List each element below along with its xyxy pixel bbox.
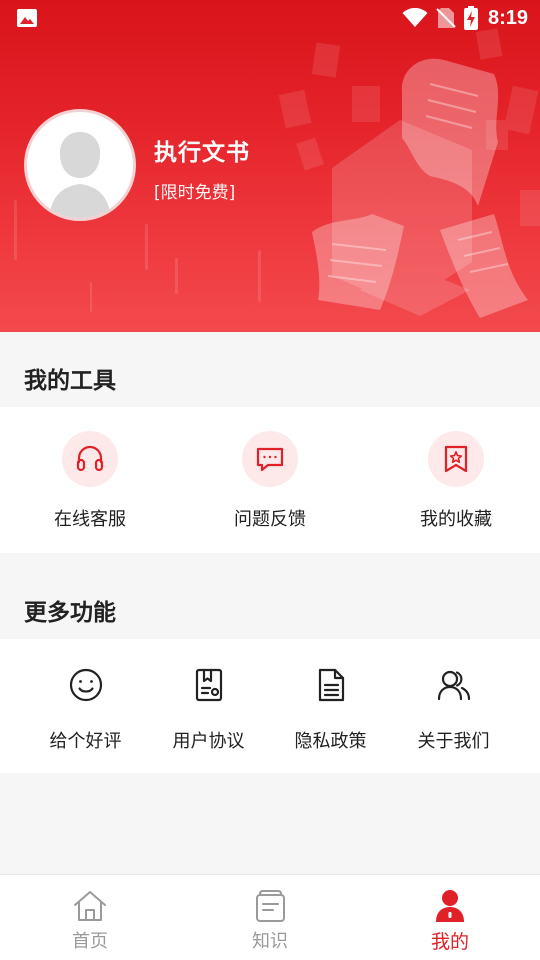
- gallery-notification-icon: [17, 9, 37, 27]
- nav-label: 我的: [430, 931, 469, 953]
- section-title-my-tools: 我的工具: [24, 368, 116, 394]
- avatar[interactable]: [24, 109, 136, 221]
- nav-label: 知识: [252, 931, 288, 952]
- bottom-navigation: 首页 知识 我的: [0, 874, 540, 960]
- no-sim-icon: [436, 8, 456, 28]
- more-label: 给个好评: [49, 731, 122, 752]
- home-icon: [74, 891, 106, 921]
- tool-feedback[interactable]: 问题反馈: [180, 407, 360, 553]
- status-icons: 8:19: [402, 4, 528, 32]
- more-label: 隐私政策: [294, 731, 367, 752]
- smiley-icon: [69, 668, 103, 702]
- document-icon: [318, 668, 345, 702]
- battery-charging-icon: [463, 6, 478, 30]
- more-label: 用户协议: [172, 731, 245, 752]
- more-about-us[interactable]: 关于我们: [386, 639, 521, 773]
- more-label: 关于我们: [417, 731, 490, 752]
- tool-my-favorites[interactable]: 我的收藏: [366, 407, 540, 553]
- bookmark-star-icon: [444, 445, 468, 473]
- agreement-icon: [195, 668, 223, 702]
- more-functions-card: 给个好评 用户协议 隐私政策 关于我们: [0, 639, 540, 773]
- user-name: 执行文书: [154, 140, 250, 166]
- default-avatar-icon: [27, 112, 133, 218]
- section-title-more-functions: 更多功能: [24, 600, 116, 626]
- profile-header: 8:19 执行文书 [限时免费]: [0, 0, 540, 332]
- more-privacy-policy[interactable]: 隐私政策: [263, 639, 398, 773]
- person-icon: [436, 890, 464, 922]
- status-time: 8:19: [487, 6, 528, 29]
- users-icon: [437, 670, 471, 701]
- nav-mine[interactable]: 我的: [360, 875, 540, 960]
- tool-online-service[interactable]: 在线客服: [0, 407, 180, 553]
- nav-knowledge[interactable]: 知识: [180, 875, 360, 960]
- tool-icon-circle: [428, 431, 484, 487]
- membership-tag: [限时免费]: [154, 183, 236, 203]
- my-tools-card: 在线客服 问题反馈 我的收藏: [0, 407, 540, 553]
- notebook-icon: [256, 890, 285, 922]
- tool-icon-circle: [62, 431, 118, 487]
- headset-icon: [76, 445, 104, 472]
- tool-label: 问题反馈: [234, 509, 306, 530]
- tool-label: 我的收藏: [420, 509, 492, 530]
- tool-label: 在线客服: [54, 509, 126, 530]
- chat-bubble-icon: [256, 447, 284, 472]
- tool-icon-circle: [242, 431, 298, 487]
- status-bar: 8:19: [0, 0, 540, 36]
- wifi-icon: [402, 8, 428, 27]
- more-rate-us[interactable]: 给个好评: [18, 639, 153, 773]
- more-user-agreement[interactable]: 用户协议: [141, 639, 276, 773]
- nav-home[interactable]: 首页: [0, 875, 180, 960]
- nav-label: 首页: [72, 931, 108, 952]
